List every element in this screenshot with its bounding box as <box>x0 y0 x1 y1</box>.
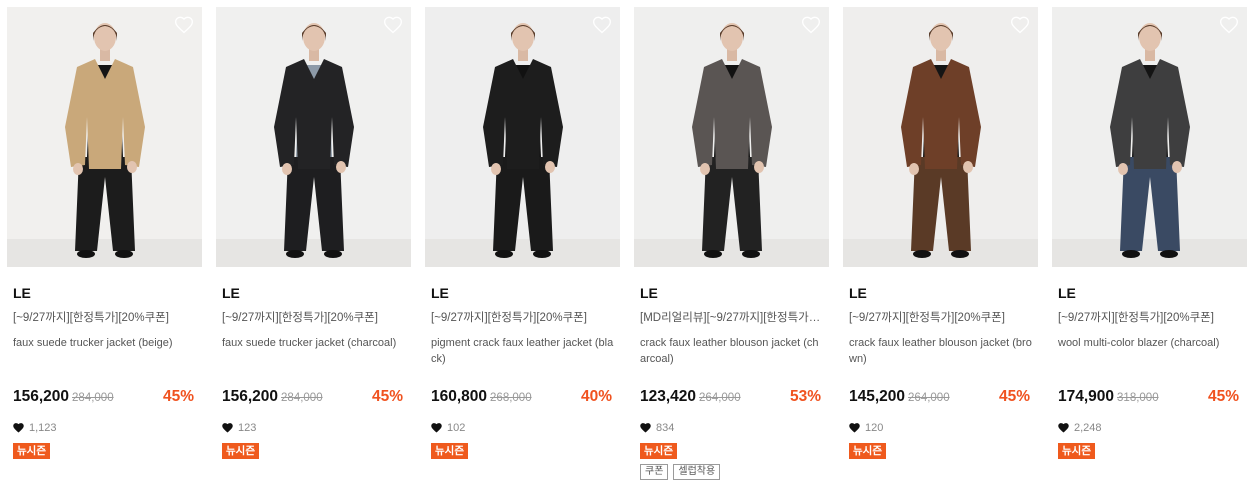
heart-filled-icon <box>1058 423 1069 433</box>
new-season-badge: 뉴시즌 <box>222 443 259 459</box>
tag-list: 쿠폰 셀럽착용 <box>640 464 823 480</box>
product-image[interactable] <box>634 7 829 267</box>
original-price: 268,000 <box>490 392 532 404</box>
heart-outline-icon[interactable] <box>801 15 821 35</box>
heart-filled-icon <box>849 423 860 433</box>
like-count-value: 120 <box>865 422 884 434</box>
discount-rate: 45% <box>998 388 1030 405</box>
price-row: 160,800 268,000 40% <box>431 388 614 408</box>
original-price: 264,000 <box>699 392 741 404</box>
model-photo <box>425 7 620 267</box>
new-season-badge: 뉴시즌 <box>1058 443 1095 459</box>
original-price: 264,000 <box>908 392 950 404</box>
heart-outline-icon[interactable] <box>383 15 403 35</box>
discount-rate: 45% <box>371 388 403 405</box>
like-count-value: 2,248 <box>1074 422 1102 434</box>
like-count: 120 <box>849 421 1032 435</box>
new-season-badge: 뉴시즌 <box>13 443 50 459</box>
discount-rate: 53% <box>789 388 821 405</box>
sale-price: 156,200 <box>222 388 279 405</box>
new-season-badge: 뉴시즌 <box>640 443 677 459</box>
product-card[interactable]: LE [MD리얼리뷰][~9/27까지][한정특가][20%쿠폰] crack … <box>634 7 829 480</box>
new-season-badge: 뉴시즌 <box>431 443 468 459</box>
promo-text: [~9/27까지][한정특가][20%쿠폰] <box>1058 312 1214 324</box>
sale-price: 156,200 <box>13 388 70 405</box>
heart-outline-icon[interactable] <box>1219 15 1239 35</box>
product-name[interactable]: pigment crack faux leather jacket (black… <box>431 335 614 367</box>
brand-name[interactable]: LE <box>640 285 823 302</box>
sale-price: 174,900 <box>1058 388 1115 405</box>
product-name[interactable]: crack faux leather blouson jacket (charc… <box>640 335 823 367</box>
like-count-value: 834 <box>656 422 675 434</box>
price-row: 156,200 284,000 45% <box>13 388 196 408</box>
heart-outline-icon[interactable] <box>174 15 194 35</box>
heart-filled-icon <box>13 423 24 433</box>
like-count-value: 1,123 <box>29 422 57 434</box>
promo-text: [MD리얼리뷰][~9/27까지][한정특가][20%쿠폰] <box>640 312 823 324</box>
like-count: 102 <box>431 421 614 435</box>
product-image[interactable] <box>425 7 620 267</box>
brand-name[interactable]: LE <box>431 285 614 302</box>
sale-price: 160,800 <box>431 388 488 405</box>
like-count: 2,248 <box>1058 421 1241 435</box>
brand-name[interactable]: LE <box>13 285 196 302</box>
product-image[interactable] <box>843 7 1038 267</box>
sale-price: 145,200 <box>849 388 906 405</box>
price-row: 156,200 284,000 45% <box>222 388 405 408</box>
discount-rate: 40% <box>580 388 612 405</box>
heart-filled-icon <box>431 423 442 433</box>
product-tag: 쿠폰 <box>640 464 669 480</box>
original-price: 284,000 <box>281 392 323 404</box>
heart-filled-icon <box>222 423 233 433</box>
heart-filled-icon <box>640 423 651 433</box>
product-card[interactable]: LE [~9/27까지][한정특가][20%쿠폰] wool multi-col… <box>1052 7 1247 480</box>
original-price: 318,000 <box>1117 392 1159 404</box>
discount-rate: 45% <box>162 388 194 405</box>
product-name[interactable]: wool multi-color blazer (charcoal) <box>1058 335 1241 367</box>
product-image[interactable] <box>7 7 202 267</box>
product-grid: LE [~9/27까지][한정특가][20%쿠폰] faux suede tru… <box>7 7 1247 480</box>
brand-name[interactable]: LE <box>222 285 405 302</box>
model-photo <box>1052 7 1247 267</box>
model-photo <box>634 7 829 267</box>
product-tag: 셀럽착용 <box>673 464 721 480</box>
price-row: 174,900 318,000 45% <box>1058 388 1241 408</box>
product-card[interactable]: LE [~9/27까지][한정특가][20%쿠폰] faux suede tru… <box>7 7 202 480</box>
like-count: 123 <box>222 421 405 435</box>
model-photo <box>7 7 202 267</box>
heart-outline-icon[interactable] <box>1010 15 1030 35</box>
brand-name[interactable]: LE <box>849 285 1032 302</box>
promo-text: [~9/27까지][한정특가][20%쿠폰] <box>13 312 169 324</box>
like-count: 1,123 <box>13 421 196 435</box>
promo-text: [~9/27까지][한정특가][20%쿠폰] <box>222 312 378 324</box>
price-row: 123,420 264,000 53% <box>640 388 823 408</box>
product-image[interactable] <box>216 7 411 267</box>
product-card[interactable]: LE [~9/27까지][한정특가][20%쿠폰] faux suede tru… <box>216 7 411 480</box>
model-photo <box>843 7 1038 267</box>
like-count-value: 123 <box>238 422 257 434</box>
like-count-value: 102 <box>447 422 466 434</box>
product-card[interactable]: LE [~9/27까지][한정특가][20%쿠폰] crack faux lea… <box>843 7 1038 480</box>
promo-text: [~9/27까지][한정특가][20%쿠폰] <box>431 312 587 324</box>
heart-outline-icon[interactable] <box>592 15 612 35</box>
product-card[interactable]: LE [~9/27까지][한정특가][20%쿠폰] pigment crack … <box>425 7 620 480</box>
product-name[interactable]: faux suede trucker jacket (charcoal) <box>222 335 405 367</box>
discount-rate: 45% <box>1207 388 1239 405</box>
original-price: 284,000 <box>72 392 114 404</box>
like-count: 834 <box>640 421 823 435</box>
brand-name[interactable]: LE <box>1058 285 1241 302</box>
new-season-badge: 뉴시즌 <box>849 443 886 459</box>
promo-text: [~9/27까지][한정특가][20%쿠폰] <box>849 312 1005 324</box>
product-image[interactable] <box>1052 7 1247 267</box>
product-name[interactable]: faux suede trucker jacket (beige) <box>13 335 196 367</box>
sale-price: 123,420 <box>640 388 697 405</box>
product-name[interactable]: crack faux leather blouson jacket (brown… <box>849 335 1032 367</box>
price-row: 145,200 264,000 45% <box>849 388 1032 408</box>
model-photo <box>216 7 411 267</box>
